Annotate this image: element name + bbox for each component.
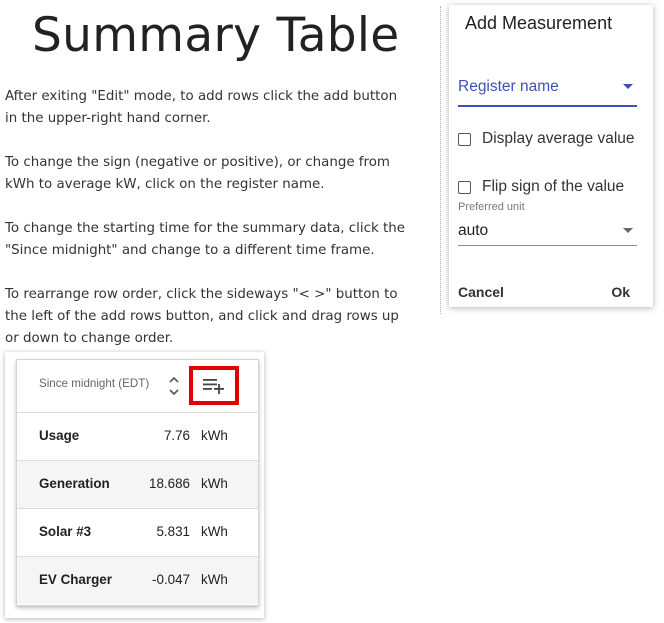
display-average-label: Display average value	[482, 130, 635, 147]
help-paragraph: To change the sign (negative or positive…	[5, 155, 390, 192]
cancel-button[interactable]: Cancel	[458, 284, 504, 300]
add-rows-button[interactable]	[189, 366, 239, 405]
page: Summary Table After exiting "Edit" mode,…	[0, 0, 664, 623]
flip-sign-label: Flip sign of the value	[482, 178, 625, 195]
dropdown-arrow-icon	[623, 84, 633, 89]
preferred-unit-value: auto	[458, 222, 489, 239]
summary-row[interactable]: Solar #3 5.831 kWh	[17, 509, 258, 557]
summary-row[interactable]: Generation 18.686 kWh	[17, 461, 258, 509]
preferred-unit-select[interactable]: auto	[458, 219, 637, 246]
ok-button[interactable]: Ok	[611, 284, 630, 300]
summary-header: Since midnight (EDT)	[17, 360, 258, 413]
summary-widget: Since midnight (EDT) Usage 7.76 kWh Gene…	[16, 359, 259, 606]
register-select-value: Register name	[458, 78, 559, 95]
help-paragraph: To rearrange row order, click the sidewa…	[5, 287, 399, 346]
help-paragraph: After exiting "Edit" mode, to add rows c…	[5, 89, 398, 126]
register-name-select[interactable]: Register name	[458, 75, 637, 107]
register-unit: kWh	[201, 572, 228, 587]
register-name[interactable]: Solar #3	[39, 524, 91, 539]
help-text: After exiting "Edit" mode, to add rows c…	[5, 86, 405, 372]
register-unit: kWh	[201, 476, 228, 491]
display-average-checkbox[interactable]: Display average value	[458, 130, 648, 152]
add-measurement-dialog: Add Measurement Register name Display av…	[449, 5, 653, 307]
column-divider	[440, 6, 441, 314]
summary-row[interactable]: EV Charger -0.047 kWh	[17, 557, 258, 604]
page-title: Summary Table	[32, 8, 400, 63]
register-value: 18.686	[149, 476, 190, 491]
register-name[interactable]: EV Charger	[39, 572, 112, 587]
playlist-add-icon	[203, 379, 224, 394]
register-value: 7.76	[163, 428, 190, 443]
register-unit: kWh	[201, 524, 228, 539]
time-frame-selector[interactable]: Since midnight (EDT)	[39, 377, 149, 390]
summary-row[interactable]: Usage 7.76 kWh	[17, 413, 258, 461]
register-value: 5.831	[156, 524, 190, 539]
preferred-unit-label: Preferred unit	[458, 201, 525, 213]
register-name[interactable]: Usage	[39, 428, 79, 443]
unfold-more-icon[interactable]	[168, 372, 180, 400]
flip-sign-checkbox[interactable]: Flip sign of the value	[458, 178, 648, 200]
register-value: -0.047	[152, 572, 190, 587]
help-paragraph: To change the starting time for the summ…	[5, 221, 405, 258]
checkbox-icon[interactable]	[458, 133, 471, 146]
dialog-title: Add Measurement	[465, 13, 613, 33]
dropdown-arrow-icon	[623, 228, 633, 233]
checkbox-icon[interactable]	[458, 181, 471, 194]
register-unit: kWh	[201, 428, 228, 443]
register-name[interactable]: Generation	[39, 476, 110, 491]
